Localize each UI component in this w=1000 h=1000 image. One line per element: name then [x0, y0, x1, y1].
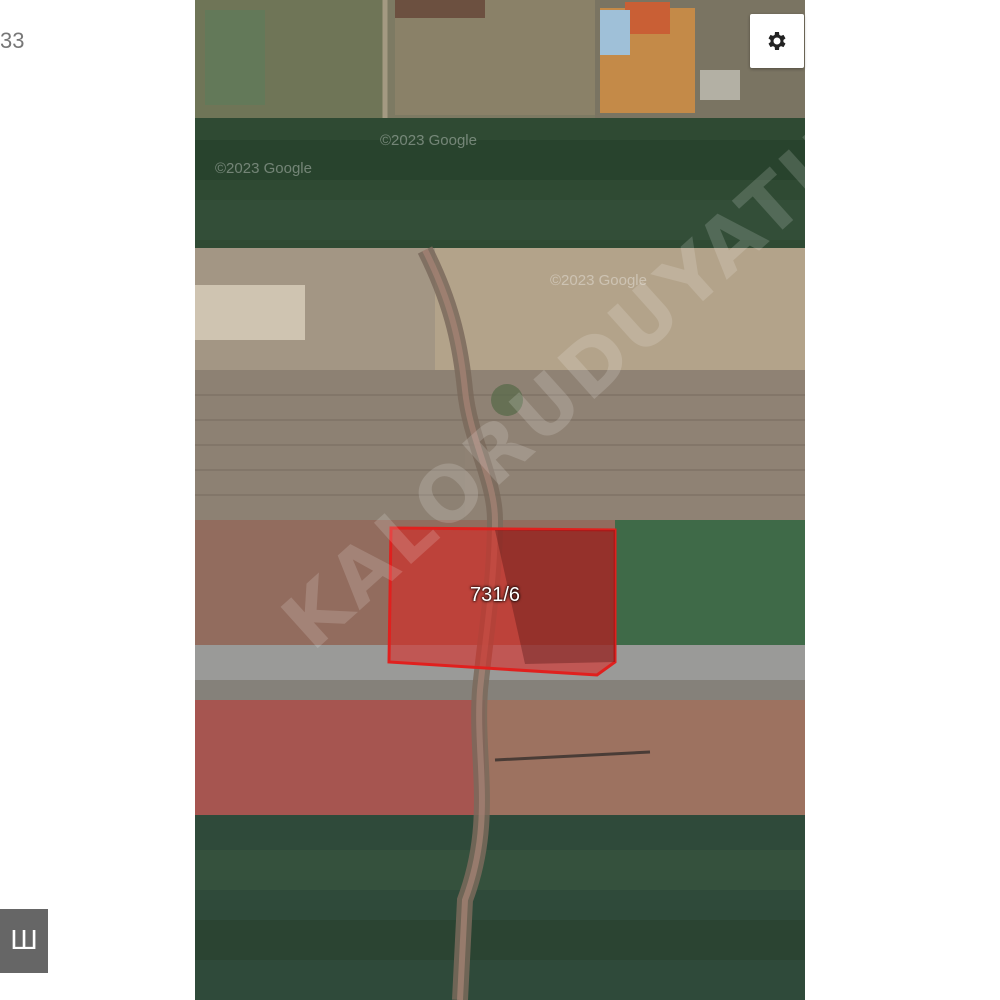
attribution-text: ©2023 Google	[215, 160, 312, 177]
side-badge-glyph: Ш	[10, 926, 38, 956]
gear-icon	[768, 32, 786, 50]
settings-button[interactable]	[750, 14, 804, 68]
side-badge[interactable]: Ш	[0, 909, 48, 973]
parcel-label: 731/6	[470, 584, 521, 606]
attribution-text: ©2023 Google	[380, 132, 477, 149]
side-number: 33	[0, 28, 25, 53]
